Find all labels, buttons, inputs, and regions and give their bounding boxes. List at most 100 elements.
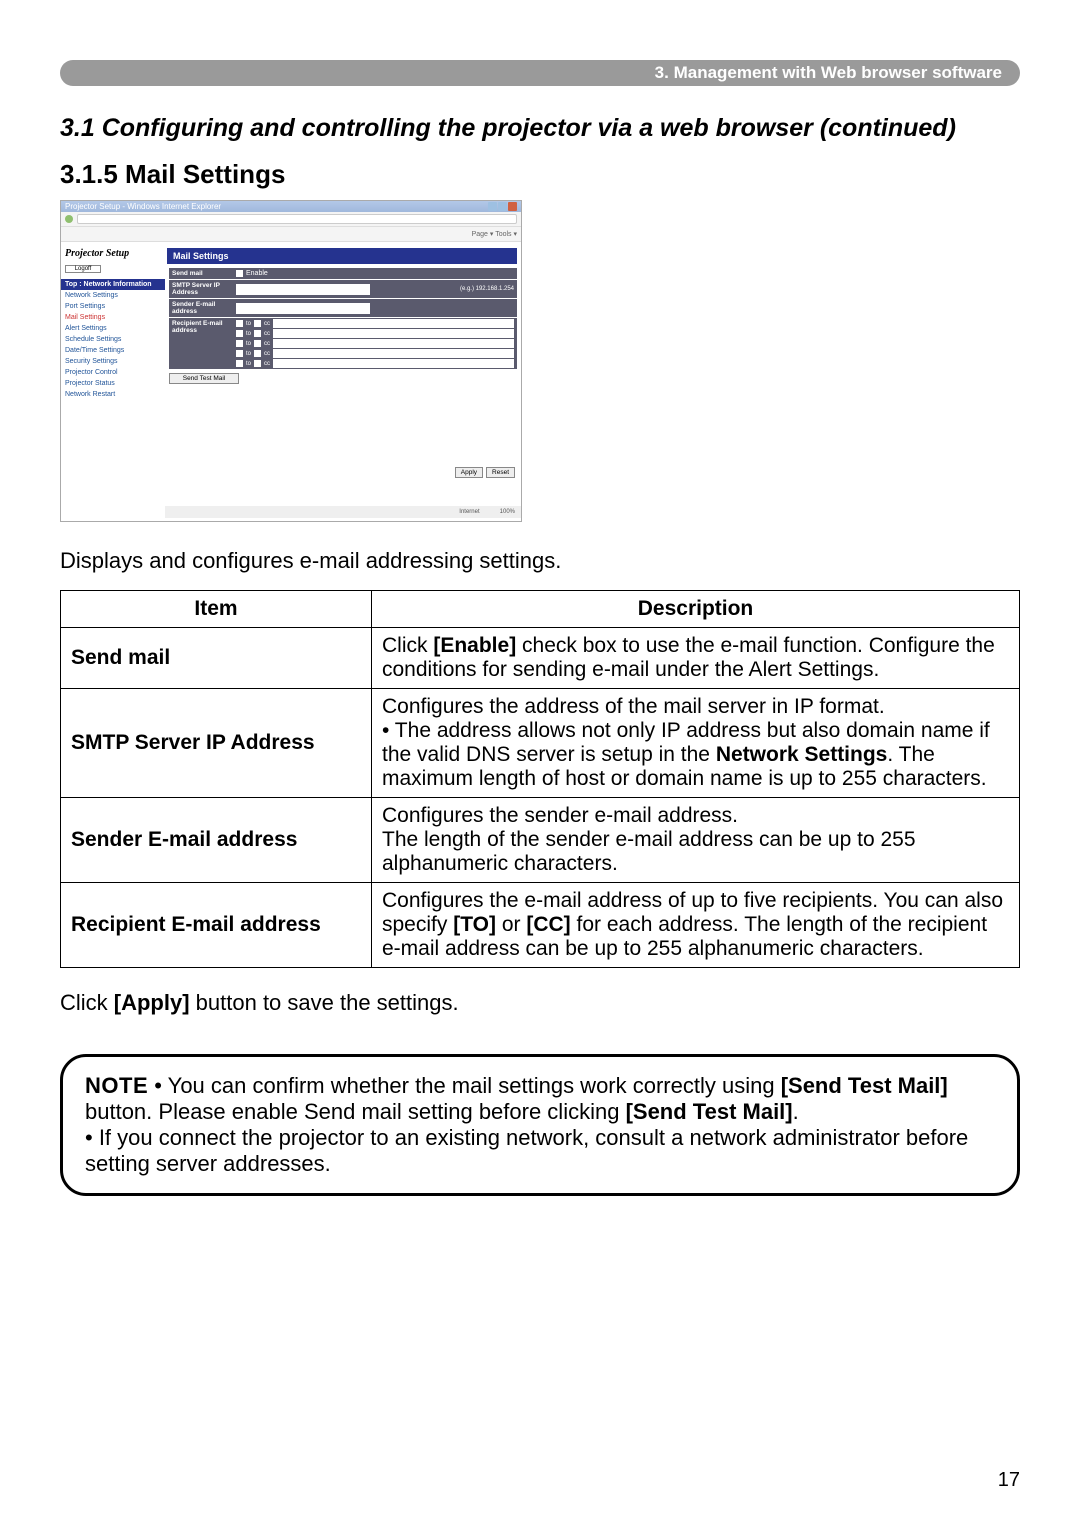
command-bar-right[interactable]: Page ▾ Tools ▾ — [472, 230, 517, 238]
row-label-recipient: Recipient E-mail address — [169, 318, 233, 369]
intro-text: Displays and configures e-mail addressin… — [60, 548, 1020, 574]
close-icon[interactable] — [508, 202, 517, 211]
sidebar-header[interactable]: Top : Network Information — [61, 279, 165, 290]
recipient-input[interactable] — [273, 319, 514, 328]
sidebar-item[interactable]: Projector Status — [61, 378, 165, 389]
to-label: to — [246, 341, 251, 347]
recipient-input[interactable] — [273, 359, 514, 368]
sidebar-item[interactable]: Network Restart — [61, 389, 165, 400]
sidebar-title: Projector Setup — [61, 248, 165, 259]
smtp-example: (e.g.) 192.168.1.254 — [460, 286, 514, 292]
main-panel: Mail Settings Send mail Enable SMTP Serv… — [165, 242, 521, 518]
table-row: Recipient E-mail addressConfigures the e… — [61, 883, 1020, 968]
browser-nav-bar — [61, 212, 521, 227]
maximize-icon[interactable] — [498, 202, 507, 211]
window-titlebar: Projector Setup - Windows Internet Explo… — [61, 201, 521, 212]
section-title: 3.1 Configuring and controlling the proj… — [60, 114, 1020, 143]
table-cell-desc: Configures the sender e-mail address.The… — [372, 798, 1020, 883]
sidebar-item[interactable]: Security Settings — [61, 356, 165, 367]
table-cell-item: Sender E-mail address — [61, 798, 372, 883]
to-radio[interactable] — [236, 320, 243, 327]
enable-label: Enable — [246, 270, 268, 277]
table-cell-item: SMTP Server IP Address — [61, 689, 372, 798]
cc-radio[interactable] — [254, 320, 261, 327]
sidebar-item[interactable]: Network Settings — [61, 290, 165, 301]
row-label-sender: Sender E-mail address — [169, 299, 233, 317]
table-cell-item: Send mail — [61, 628, 372, 689]
recipient-line: to cc — [236, 339, 514, 348]
cc-radio[interactable] — [254, 350, 261, 357]
cc-label: cc — [264, 361, 270, 367]
table-head-desc: Description — [372, 591, 1020, 628]
address-bar[interactable] — [77, 214, 517, 224]
after-table-text: Click [Apply] button to save the setting… — [60, 990, 1020, 1016]
table-row: Sender E-mail addressConfigures the send… — [61, 798, 1020, 883]
minimize-icon[interactable] — [488, 202, 497, 211]
page-number: 17 — [998, 1469, 1020, 1492]
recipient-line: to cc — [236, 349, 514, 358]
sidebar-item[interactable]: Projector Control — [61, 367, 165, 378]
table-row: Send mailClick [Enable] check box to use… — [61, 628, 1020, 689]
to-label: to — [246, 361, 251, 367]
sidebar-item[interactable]: Schedule Settings — [61, 334, 165, 345]
cc-label: cc — [264, 341, 270, 347]
note-box: NOTE • You can confirm whether the mail … — [60, 1054, 1020, 1196]
sender-input[interactable] — [236, 303, 370, 314]
row-label-send-mail: Send mail — [169, 268, 233, 279]
screenshot-browser-window: Projector Setup - Windows Internet Explo… — [60, 200, 522, 522]
sidebar-item[interactable]: Port Settings — [61, 301, 165, 312]
breadcrumb-bar: 3. Management with Web browser software — [60, 60, 1020, 86]
row-value-send-mail: Enable — [233, 268, 517, 279]
reset-button[interactable]: Reset — [486, 467, 515, 478]
row-label-smtp: SMTP Server IP Address — [169, 280, 233, 298]
recipient-line: to cc — [236, 329, 514, 338]
settings-table: Item Description Send mailClick [Enable]… — [60, 590, 1020, 968]
to-radio[interactable] — [236, 350, 243, 357]
sidebar: Projector Setup Logoff Top : Network Inf… — [61, 242, 165, 518]
breadcrumb-text: 3. Management with Web browser software — [655, 63, 1002, 83]
back-icon[interactable] — [65, 215, 73, 223]
smtp-input[interactable] — [236, 284, 370, 295]
recipient-line: to cc — [236, 319, 514, 328]
table-cell-desc: Configures the e-mail address of up to f… — [372, 883, 1020, 968]
to-radio[interactable] — [236, 360, 243, 367]
window-title-text: Projector Setup - Windows Internet Explo… — [65, 202, 221, 211]
cc-label: cc — [264, 321, 270, 327]
note-body: • You can confirm whether the mail setti… — [85, 1073, 968, 1176]
window-controls — [488, 202, 517, 211]
browser-command-bar: Page ▾ Tools ▾ — [61, 227, 521, 242]
cc-radio[interactable] — [254, 330, 261, 337]
recipient-input[interactable] — [273, 329, 514, 338]
to-radio[interactable] — [236, 340, 243, 347]
status-internet: Internet — [459, 509, 479, 515]
row-value-recipient: to cc to cc to cc to cc to cc — [233, 318, 517, 369]
logoff-button[interactable]: Logoff — [65, 265, 101, 273]
subsection-title: 3.1.5 Mail Settings — [60, 159, 1020, 190]
apply-button[interactable]: Apply — [455, 467, 483, 478]
cc-label: cc — [264, 351, 270, 357]
to-label: to — [246, 321, 251, 327]
recipient-line: to cc — [236, 359, 514, 368]
send-test-mail-button[interactable]: Send Test Mail — [169, 373, 239, 384]
table-head-item: Item — [61, 591, 372, 628]
row-value-smtp: (e.g.) 192.168.1.254 — [233, 280, 517, 298]
sidebar-item[interactable]: Date/Time Settings — [61, 345, 165, 356]
cc-radio[interactable] — [254, 360, 261, 367]
cc-radio[interactable] — [254, 340, 261, 347]
status-zoom: 100% — [500, 509, 515, 515]
status-bar: Internet 100% — [165, 506, 521, 518]
row-value-sender — [233, 299, 517, 317]
sidebar-item[interactable]: Alert Settings — [61, 323, 165, 334]
table-cell-desc: Click [Enable] check box to use the e-ma… — [372, 628, 1020, 689]
table-cell-item: Recipient E-mail address — [61, 883, 372, 968]
to-radio[interactable] — [236, 330, 243, 337]
to-label: to — [246, 331, 251, 337]
cc-label: cc — [264, 331, 270, 337]
to-label: to — [246, 351, 251, 357]
table-cell-desc: Configures the address of the mail serve… — [372, 689, 1020, 798]
sidebar-item[interactable]: Mail Settings — [61, 312, 165, 323]
note-label: NOTE — [85, 1073, 148, 1098]
recipient-input[interactable] — [273, 349, 514, 358]
enable-checkbox[interactable] — [236, 270, 243, 277]
recipient-input[interactable] — [273, 339, 514, 348]
